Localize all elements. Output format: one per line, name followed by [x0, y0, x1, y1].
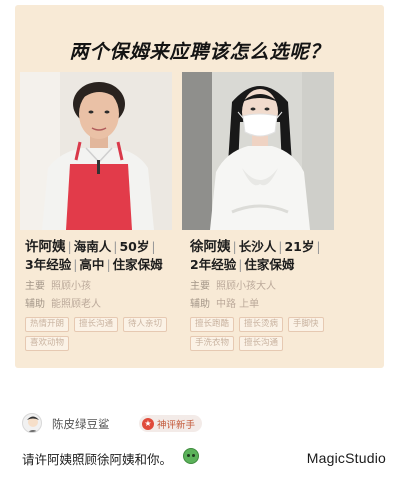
- trait-tag: 待人亲切: [123, 317, 168, 332]
- candidate-experience: 2年经验: [190, 257, 237, 272]
- trait-tag: 擅长沟通: [74, 317, 119, 332]
- separator: |: [278, 239, 283, 254]
- separator: |: [67, 239, 72, 254]
- candidate-summary: 徐阿姨 | 长沙人 | 21岁 |: [190, 238, 350, 256]
- candidate-type: 住家保姆: [112, 257, 163, 272]
- separator: |: [151, 239, 156, 254]
- trait-tag: 喜欢动物: [25, 336, 70, 351]
- avatar[interactable]: [22, 413, 42, 433]
- main-duty-value: 照顾小孩大人: [216, 281, 276, 292]
- main-duty-value: 照顾小孩: [51, 281, 91, 292]
- trait-tag: 擅长跑酷: [190, 317, 235, 332]
- trait-tags: 热情开朗 擅长沟通 待人亲切 喜欢动物: [25, 317, 175, 351]
- user-badge: ★ 神评新手: [139, 415, 203, 432]
- candidate-info-right: 徐阿姨 | 长沙人 | 21岁 | 2年经验 | 住家保姆 主要 照顾小孩大人 辅助 中路 上单 …: [190, 238, 350, 351]
- trait-tags: 擅长跑酷 擅长烫病 手脚快 手洗衣物 擅长沟通: [190, 317, 340, 351]
- aux-duty: 辅助 中路 上单: [190, 298, 350, 312]
- trait-tag: 手脚快: [288, 317, 324, 332]
- trait-tag: 手洗衣物: [190, 336, 235, 351]
- trait-tag: 热情开朗: [25, 317, 70, 332]
- aux-duty-value: 中路 上单: [216, 299, 260, 310]
- separator: |: [113, 239, 118, 254]
- comment-username[interactable]: 陈皮绿豆鲨: [52, 416, 110, 432]
- badge-fire-icon: ★: [142, 417, 154, 430]
- candidate-origin: 海南人: [73, 239, 112, 254]
- candidate-details: 3年经验 | 高中 | 住家保姆: [25, 256, 185, 274]
- comment-text: 请许阿姨照顾徐阿姨和你。: [22, 452, 173, 467]
- candidate-type: 住家保姆: [244, 257, 295, 272]
- main-duty-label: 主要: [25, 281, 45, 292]
- candidate-origin: 长沙人: [238, 239, 277, 254]
- candidate-name: 许阿姨: [25, 239, 66, 255]
- aux-duty: 辅助 能照顾老人: [25, 298, 185, 312]
- separator: |: [316, 239, 321, 254]
- candidate-photo-xu-younger: [182, 72, 334, 230]
- main-duty-label: 主要: [190, 281, 210, 292]
- headline: 两个保姆来应聘该怎么选呢？: [69, 41, 330, 63]
- candidate-summary: 许阿姨 | 海南人 | 50岁 |: [25, 238, 185, 256]
- separator: |: [238, 257, 243, 272]
- badge-text: 神评新手: [157, 419, 196, 431]
- watermark: MagicStudio: [306, 450, 386, 466]
- candidate-name: 徐阿姨: [190, 239, 231, 255]
- aux-duty-label: 辅助: [25, 299, 45, 310]
- aux-duty-value: 能照顾老人: [51, 299, 101, 310]
- main-duty: 主要 照顾小孩: [25, 280, 185, 294]
- main-duty: 主要 照顾小孩大人: [190, 280, 350, 294]
- candidate-age: 21岁: [284, 239, 315, 254]
- candidate-education: 高中: [79, 257, 105, 272]
- candidate-age: 50岁: [119, 239, 150, 254]
- trait-tag: 擅长烫病: [239, 317, 284, 332]
- vomit-emoji-icon: [183, 448, 199, 464]
- separator: |: [232, 239, 237, 254]
- separator: |: [106, 257, 111, 272]
- candidate-experience: 3年经验: [25, 257, 72, 272]
- aux-duty-label: 辅助: [190, 299, 210, 310]
- trait-tag: 擅长沟通: [239, 336, 284, 351]
- candidate-details: 2年经验 | 住家保姆: [190, 256, 350, 274]
- separator: |: [73, 257, 78, 272]
- candidate-info-left: 许阿姨 | 海南人 | 50岁 | 3年经验 | 高中 | 住家保姆 主要 照顾小孩 辅助 能照顾老人…: [25, 238, 185, 351]
- candidate-photo-xu-older: [20, 72, 172, 230]
